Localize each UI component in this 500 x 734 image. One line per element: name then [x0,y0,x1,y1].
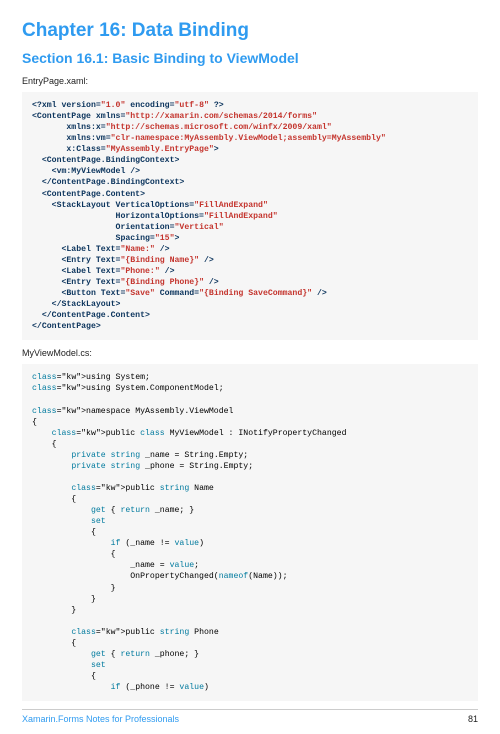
page-number: 81 [468,714,478,724]
chapter-title: Chapter 16: Data Binding [22,20,478,42]
section-title: Section 16.1: Basic Binding to ViewModel [22,50,478,66]
entrypage-label: EntryPage.xaml: [22,76,478,86]
viewmodel-label: MyViewModel.cs: [22,348,478,358]
footer-text: Xamarin.Forms Notes for Professionals [22,714,179,724]
code-block-cs: class="kw">using System; class="kw">usin… [22,364,478,701]
code-block-xaml: <?xml version="1.0" encoding="utf-8" ?> … [22,92,478,340]
